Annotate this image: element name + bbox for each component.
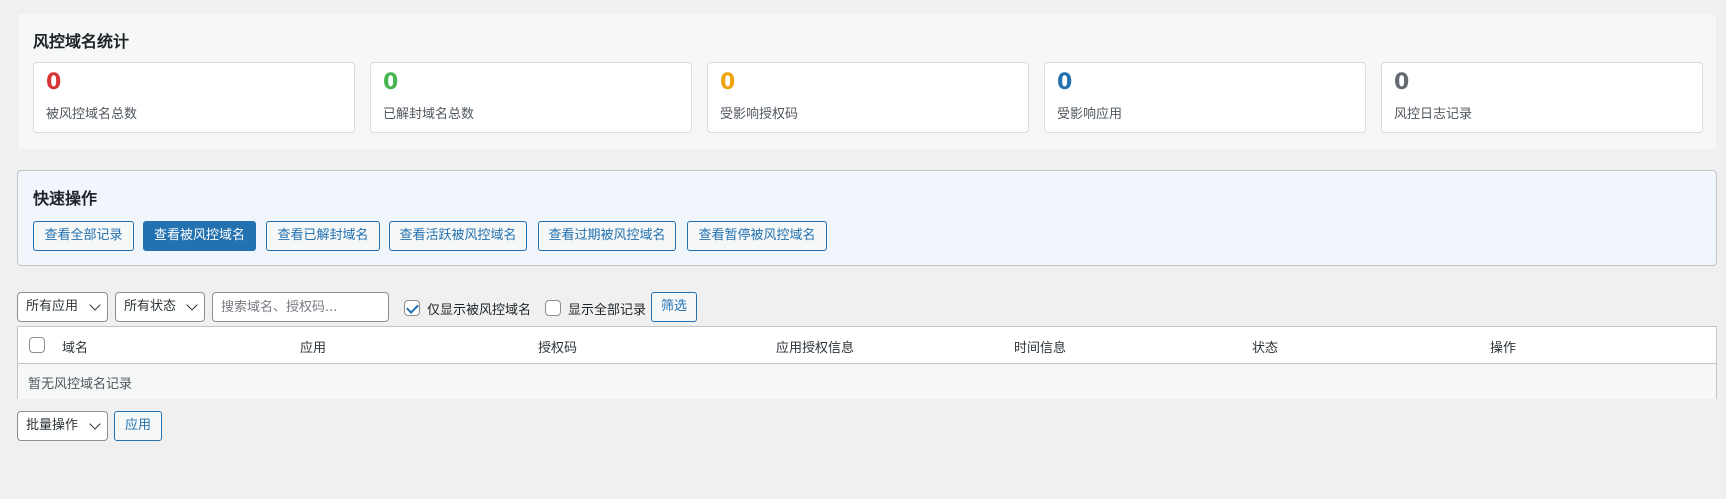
column-header-app-license-info[interactable]: 应用授权信息 <box>776 337 854 356</box>
filter-button[interactable]: 筛选 <box>651 292 697 322</box>
view-expired-risk-domains-button[interactable]: 查看过期被风控域名 <box>538 221 676 251</box>
view-risk-domains-button[interactable]: 查看被风控域名 <box>143 221 256 251</box>
stat-value: 0 <box>383 70 399 95</box>
view-active-risk-domains-button[interactable]: 查看活跃被风控域名 <box>389 221 527 251</box>
stat-label: 风控日志记录 <box>1394 107 1473 122</box>
app-filter-value: 所有应用 <box>26 299 79 314</box>
stat-card-unblocked-domains: 0 已解封域名总数 <box>370 62 692 133</box>
only-risk-checkbox[interactable] <box>404 300 420 316</box>
empty-message: 暂无风控域名记录 <box>28 377 133 392</box>
chevron-down-icon <box>186 299 198 311</box>
stat-card-affected-codes: 0 受影响授权码 <box>707 62 1029 133</box>
column-header-domain[interactable]: 域名 <box>62 337 88 356</box>
show-all-label: 显示全部记录 <box>568 303 647 318</box>
chevron-down-icon <box>89 418 101 430</box>
only-risk-label: 仅显示被风控域名 <box>427 303 532 318</box>
quick-actions-panel: 快速操作 查看全部记录 查看被风控域名 查看已解封域名 查看活跃被风控域名 查看… <box>17 170 1717 266</box>
stat-label: 受影响应用 <box>1057 107 1123 122</box>
stats-title: 风控域名统计 <box>33 32 130 51</box>
quick-actions-title: 快速操作 <box>33 189 98 208</box>
show-all-checkbox[interactable] <box>545 300 561 316</box>
stat-label: 已解封域名总数 <box>383 107 475 122</box>
stat-label: 被风控域名总数 <box>46 107 138 122</box>
view-all-records-button[interactable]: 查看全部记录 <box>33 221 134 251</box>
stat-card-affected-apps: 0 受影响应用 <box>1044 62 1366 133</box>
stat-value: 0 <box>46 70 62 95</box>
status-filter-value: 所有状态 <box>124 299 177 314</box>
view-paused-risk-domains-button[interactable]: 查看暂停被风控域名 <box>687 221 827 251</box>
column-header-app[interactable]: 应用 <box>300 337 326 356</box>
bulk-action-value: 批量操作 <box>26 418 79 433</box>
bulk-action-select[interactable]: 批量操作 <box>17 411 108 441</box>
view-unblocked-domains-button[interactable]: 查看已解封域名 <box>266 221 380 251</box>
status-filter-select[interactable]: 所有状态 <box>115 292 205 322</box>
stat-card-risk-logs: 0 风控日志记录 <box>1381 62 1703 133</box>
column-header-status[interactable]: 状态 <box>1252 337 1278 356</box>
stats-panel: 风控域名统计 0 被风控域名总数 0 已解封域名总数 0 受影响授权码 0 受影… <box>18 14 1716 149</box>
stat-value: 0 <box>1394 70 1410 95</box>
column-header-license-code[interactable]: 授权码 <box>538 337 577 356</box>
select-all-checkbox[interactable] <box>29 337 45 353</box>
search-input[interactable] <box>212 292 389 322</box>
table-row: 暂无风控域名记录 <box>18 364 1716 399</box>
domain-table: 域名 应用 授权码 应用授权信息 时间信息 状态 操作 暂无风控域名记录 <box>17 326 1717 399</box>
stat-value: 0 <box>720 70 736 95</box>
column-header-time-info[interactable]: 时间信息 <box>1014 337 1066 356</box>
chevron-down-icon <box>89 299 101 311</box>
stat-card-risk-domains: 0 被风控域名总数 <box>33 62 355 133</box>
table-header: 域名 应用 授权码 应用授权信息 时间信息 状态 操作 <box>18 327 1716 364</box>
apply-button[interactable]: 应用 <box>114 411 162 441</box>
stat-value: 0 <box>1057 70 1073 95</box>
column-header-actions[interactable]: 操作 <box>1490 337 1516 356</box>
stat-label: 受影响授权码 <box>720 107 799 122</box>
app-filter-select[interactable]: 所有应用 <box>17 292 108 322</box>
